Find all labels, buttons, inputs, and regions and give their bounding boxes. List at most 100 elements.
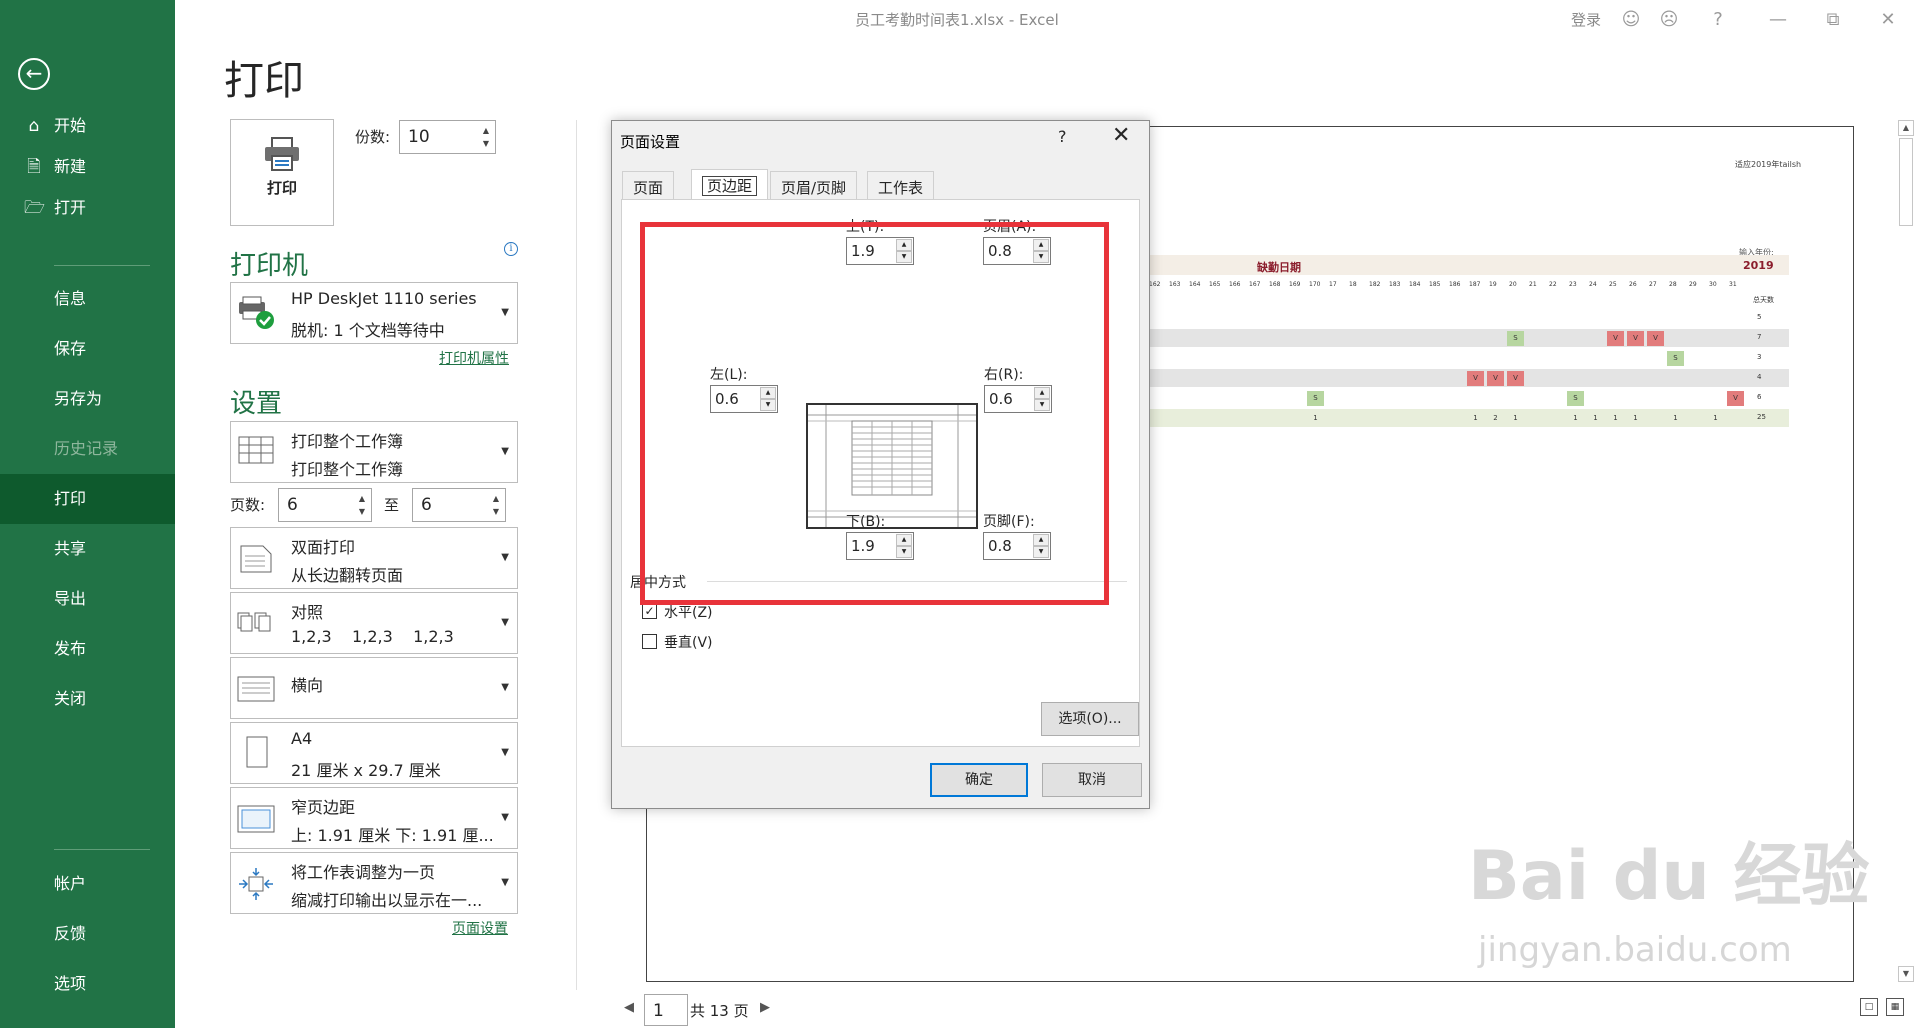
print-button[interactable]: 打印 (230, 119, 334, 226)
nav-item-share[interactable]: 共享 (0, 524, 175, 574)
margins-dropdown[interactable]: 窄页边距 上: 1.91 厘米 下: 1.91 厘... ▼ (230, 787, 518, 849)
portrait-page-icon (246, 736, 268, 768)
prev-page-icon[interactable]: ◀ (624, 1000, 634, 1015)
scroll-thumb[interactable] (1899, 138, 1913, 226)
table-row: S3 (1147, 349, 1789, 368)
cell-mark: V (1647, 331, 1664, 346)
settings-header: 设置 (230, 389, 283, 419)
stepper-down-icon[interactable]: ▼ (896, 546, 912, 558)
stepper-down-icon[interactable]: ▼ (491, 507, 501, 516)
header-margin-input[interactable]: 0.8 ▲ ▼ (983, 237, 1051, 265)
scaling-dropdown[interactable]: 将工作表调整为一页 缩减打印输出以显示在一... ▼ (230, 852, 518, 914)
options-button[interactable]: 选项(O)... (1041, 702, 1139, 736)
tab-sheet[interactable]: 工作表 (867, 171, 935, 199)
stepper-up-icon[interactable]: ▲ (481, 126, 491, 135)
stepper-up-icon[interactable]: ▲ (760, 387, 776, 399)
chevron-down-icon: ▼ (501, 877, 509, 888)
stepper-up-icon[interactable]: ▲ (1033, 239, 1049, 251)
nav-item-open[interactable]: 🗁 打开 (0, 183, 175, 233)
stepper-down-icon[interactable]: ▼ (1033, 546, 1049, 558)
back-arrow-icon[interactable]: ← (18, 58, 50, 90)
stepper-down-icon[interactable]: ▼ (481, 139, 491, 148)
stepper-down-icon[interactable]: ▼ (760, 399, 776, 411)
stepper-up-icon[interactable]: ▲ (896, 534, 912, 546)
bottom-margin-input[interactable]: 1.9 ▲ ▼ (846, 532, 914, 560)
nav-item-feedback[interactable]: 反馈 (0, 909, 175, 959)
tab-header-footer[interactable]: 页眉/页脚 (770, 171, 858, 199)
pages-from-stepper[interactable]: 6 ▲ ▼ (278, 488, 372, 522)
top-margin-input[interactable]: 1.9 ▲ ▼ (846, 237, 914, 265)
dialog-close-icon[interactable]: ✕ (1112, 123, 1130, 148)
vertical-checkbox[interactable] (642, 634, 657, 649)
scroll-down-icon[interactable]: ▼ (1898, 966, 1914, 982)
nav-item-save[interactable]: 保存 (0, 324, 175, 374)
sum-row: 1 1 2 1 1 1 1 1 1 1 25 (1147, 409, 1789, 428)
table-row: 5 (1147, 309, 1789, 328)
ok-button[interactable]: 确定 (930, 763, 1028, 797)
scroll-up-icon[interactable]: ▲ (1898, 120, 1914, 136)
total-pages: 共 13 页 (690, 1002, 749, 1020)
page-setup-dialog: 页面设置 ? ✕ 页面 页边距 页眉/页脚 工作表 上(T): 1.9 ▲ ▼ … (611, 120, 1150, 809)
stepper-up-icon[interactable]: ▲ (896, 239, 912, 251)
duplex-dropdown[interactable]: 双面打印 从长边翻转页面 ▼ (230, 527, 518, 589)
cell-mark: V (1607, 331, 1624, 346)
stepper-up-icon[interactable]: ▲ (357, 494, 367, 503)
vertical-label: 垂直(V) (664, 635, 713, 651)
left-margin-input[interactable]: 0.6 ▲ ▼ (710, 385, 778, 413)
day-number: 162 (1149, 281, 1161, 288)
nav-item-print[interactable]: 打印 (0, 474, 175, 524)
orientation-dropdown[interactable]: 横向 ▼ (230, 657, 518, 719)
dialog-help-icon[interactable]: ? (1058, 127, 1067, 146)
tab-page[interactable]: 页面 (622, 171, 675, 199)
row-total: 4 (1757, 373, 1762, 381)
stepper-down-icon[interactable]: ▼ (896, 251, 912, 263)
zoom-to-page-icon[interactable]: ▦ (1886, 998, 1904, 1016)
printer-properties-link[interactable]: 打印机属性 (439, 348, 509, 368)
stepper-up-icon[interactable]: ▲ (1033, 534, 1049, 546)
nav-item-options[interactable]: 选项 (0, 959, 175, 1009)
stepper-up-icon[interactable]: ▲ (1034, 387, 1050, 399)
current-page-input[interactable]: 1 (644, 994, 688, 1026)
cancel-button[interactable]: 取消 (1042, 763, 1142, 797)
sign-in-link[interactable]: 登录 (1571, 9, 1601, 30)
nav-item-export[interactable]: 导出 (0, 574, 175, 624)
minimize-icon[interactable]: — (1765, 7, 1791, 33)
pages-to-stepper[interactable]: 6 ▲ ▼ (412, 488, 506, 522)
nav-item-save-as[interactable]: 另存为 (0, 374, 175, 424)
restore-icon[interactable]: ⧉ (1820, 7, 1846, 33)
smile-icon[interactable]: ☺ (1618, 7, 1644, 33)
page-setup-link[interactable]: 页面设置 (452, 918, 508, 938)
printer-dropdown[interactable]: HP DeskJet 1110 series 脱机: 1 个文档等待中 ▼ (230, 282, 518, 344)
paper-size-desc: 21 厘米 x 29.7 厘米 (291, 761, 441, 780)
frown-icon[interactable]: ☹ (1656, 7, 1682, 33)
footer-margin-input[interactable]: 0.8 ▲ ▼ (983, 532, 1051, 560)
right-margin-input[interactable]: 0.6 ▲ ▼ (984, 385, 1052, 413)
close-window-icon[interactable]: ✕ (1875, 7, 1901, 33)
print-what-dropdown[interactable]: 打印整个工作簿 打印整个工作簿 ▼ (230, 421, 518, 483)
next-page-icon[interactable]: ▶ (760, 1000, 770, 1015)
nav-item-info[interactable]: 信息 (0, 274, 175, 324)
stepper-up-icon[interactable]: ▲ (491, 494, 501, 503)
preview-scrollbar[interactable]: ▲ ▼ (1898, 120, 1914, 990)
stepper-down-icon[interactable]: ▼ (357, 507, 367, 516)
margin-preview-graphic (806, 403, 978, 529)
show-margins-icon[interactable]: □ (1860, 998, 1878, 1016)
help-icon[interactable]: ? (1705, 7, 1731, 33)
stepper-down-icon[interactable]: ▼ (1034, 399, 1050, 411)
stepper-down-icon[interactable]: ▼ (1033, 251, 1049, 263)
nav-item-account[interactable]: 帐户 (0, 859, 175, 909)
nav-item-close[interactable]: 关闭 (0, 674, 175, 724)
info-icon[interactable]: i (504, 242, 518, 256)
copies-stepper[interactable]: 10 ▲ ▼ (399, 120, 496, 154)
total-days-label: 总天数 (1753, 296, 1774, 304)
tab-margins[interactable]: 页边距 (691, 169, 769, 200)
printer-name: HP DeskJet 1110 series (291, 289, 477, 308)
nav-label: 打印 (54, 489, 87, 508)
horizontal-checkbox[interactable]: ✓ (642, 604, 657, 619)
collate-dropdown[interactable]: 对照 1,2,3 1,2,3 1,2,3 ▼ (230, 592, 518, 654)
watermark-url: jingyan.baidu.com (1478, 930, 1792, 970)
day-number: 164 (1189, 281, 1201, 288)
paper-size-dropdown[interactable]: A4 21 厘米 x 29.7 厘米 ▼ (230, 722, 518, 784)
nav-item-publish[interactable]: 发布 (0, 624, 175, 674)
day-number: 183 (1389, 281, 1401, 288)
